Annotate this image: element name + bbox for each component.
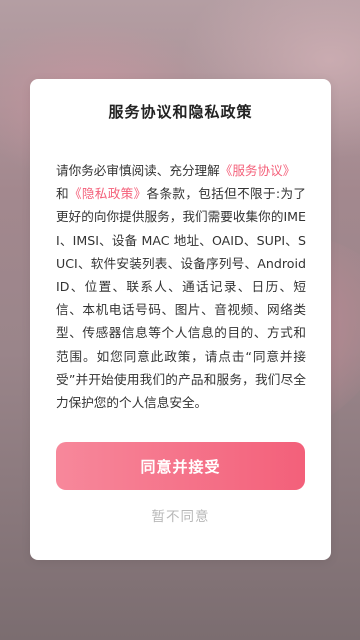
privacy-dialog: 服务协议和隐私政策 请你务必审慎阅读、充分理解《服务协议》和《隐私政策》各条款，… <box>30 79 331 560</box>
and-text: 和 <box>56 186 69 202</box>
dialog-title: 服务协议和隐私政策 <box>108 103 253 121</box>
disagree-button[interactable]: 暂不同意 <box>30 505 331 525</box>
body-text: 各条款，包括但不限于:为了更好的向你提供服务，我们需要收集你的IMEI、IMSI… <box>56 186 307 411</box>
agree-button[interactable]: 同意并接受 <box>56 442 305 490</box>
dialog-body: 请你务必审慎阅读、充分理解《服务协议》和《隐私政策》各条款，包括但不限于:为了更… <box>56 159 306 414</box>
intro-text: 请你务必审慎阅读、充分理解 <box>56 163 220 178</box>
privacy-policy-link[interactable]: 《隐私政策》 <box>69 186 147 201</box>
service-agreement-link[interactable]: 《服务协议》 <box>220 163 296 178</box>
